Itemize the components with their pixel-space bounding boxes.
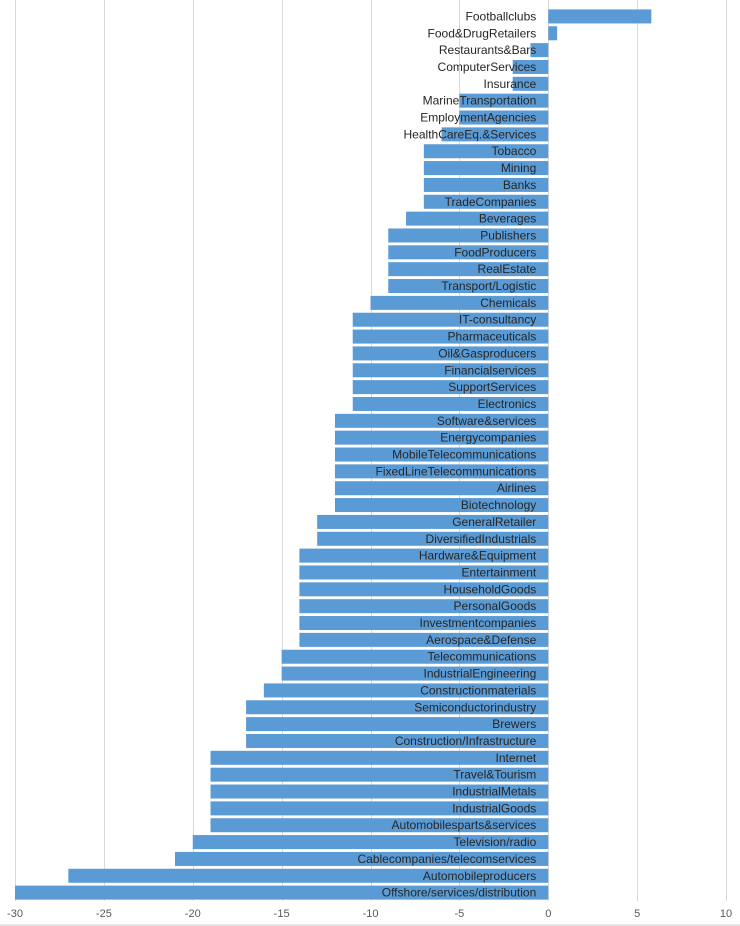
- category-label: Hardware&Equipment: [419, 549, 537, 563]
- category-label: Offshore/services/distribution: [382, 886, 537, 900]
- category-label: Beverages: [479, 212, 536, 226]
- x-axis-tick-labels: -30 -25 -20 -15 -10 -5 0 5 10: [7, 908, 732, 920]
- category-label: Television/radio: [454, 835, 537, 849]
- category-label: Semiconductorindustry: [414, 700, 536, 714]
- category-label: Electronics: [478, 397, 537, 411]
- bar: [548, 9, 652, 24]
- category-label: Software&services: [437, 414, 536, 428]
- category-label: Cablecompanies/telecomservices: [358, 852, 537, 866]
- category-label: Banks: [503, 178, 536, 192]
- x-tick-label: -25: [96, 908, 112, 920]
- category-label: Pharmaceuticals: [448, 330, 537, 344]
- category-label: Brewers: [492, 717, 536, 731]
- category-label: Mining: [501, 161, 536, 175]
- category-label: EmploymentAgencies: [420, 111, 536, 125]
- horizontal-bar-chart: Footballclubs Food&DrugRetailers Restauran…: [7, 0, 732, 920]
- category-label: Telecommunications: [428, 650, 537, 664]
- category-label: Insurance: [484, 77, 537, 91]
- category-label: FixedLineTelecommunications: [376, 464, 537, 478]
- category-label: Construction/Infrastructure: [395, 734, 537, 748]
- category-label: Constructionmaterials: [420, 683, 536, 697]
- category-label: IndustrialMetals: [452, 785, 536, 799]
- category-label: Footballclubs: [466, 9, 537, 23]
- category-label: FoodProducers: [454, 245, 536, 259]
- category-label: TradeCompanies: [445, 195, 537, 209]
- category-label: Food&DrugRetailers: [428, 26, 537, 40]
- category-label: Entertainment: [462, 565, 537, 579]
- category-label: HouseholdGoods: [444, 582, 537, 596]
- category-label: MobileTelecommunications: [392, 448, 536, 462]
- category-label: Biotechnology: [461, 498, 536, 512]
- category-label: Oil&Gasproducers: [438, 346, 536, 360]
- category-label: ComputerServices: [438, 60, 537, 74]
- category-label: Energycompanies: [440, 431, 536, 445]
- category-label: IT-consultancy: [459, 313, 536, 327]
- x-tick-label: -30: [7, 908, 23, 920]
- category-label: Publishers: [480, 228, 536, 242]
- category-label: Internet: [496, 751, 537, 765]
- category-label: IndustrialGoods: [452, 801, 536, 815]
- category-label: GeneralRetailer: [452, 515, 536, 529]
- bar: [548, 26, 558, 41]
- category-label: HealthCareEq.&Services: [404, 127, 537, 141]
- category-label: Transport/Logistic: [441, 279, 536, 293]
- category-label: DiversifiedIndustrials: [426, 532, 537, 546]
- x-tick-label: 10: [720, 908, 732, 920]
- category-label: Financialservices: [444, 363, 536, 377]
- category-label: Automobileproducers: [423, 869, 536, 883]
- bars: [15, 9, 652, 900]
- x-tick-label: 5: [634, 908, 640, 920]
- category-label: Restaurants&Bars: [439, 43, 536, 57]
- x-tick-label: -10: [363, 908, 379, 920]
- category-label: IndustrialEngineering: [424, 667, 537, 681]
- category-label: Tobacco: [492, 144, 537, 158]
- x-tick-label: -15: [274, 908, 290, 920]
- category-label: RealEstate: [478, 262, 537, 276]
- x-tick-label: -20: [185, 908, 201, 920]
- x-tick-label: 0: [545, 908, 551, 920]
- category-label: Investmentcompanies: [420, 616, 537, 630]
- category-label: SupportServices: [448, 380, 536, 394]
- category-label: Travel&Tourism: [453, 768, 536, 782]
- category-label: MarineTransportation: [423, 94, 537, 108]
- category-label: Automobilesparts&services: [392, 818, 537, 832]
- x-tick-label: -5: [454, 908, 464, 920]
- category-label: Chemicals: [480, 296, 536, 310]
- category-label: PersonalGoods: [454, 599, 537, 613]
- category-label: Airlines: [497, 481, 536, 495]
- category-label: Aerospace&Defense: [426, 633, 536, 647]
